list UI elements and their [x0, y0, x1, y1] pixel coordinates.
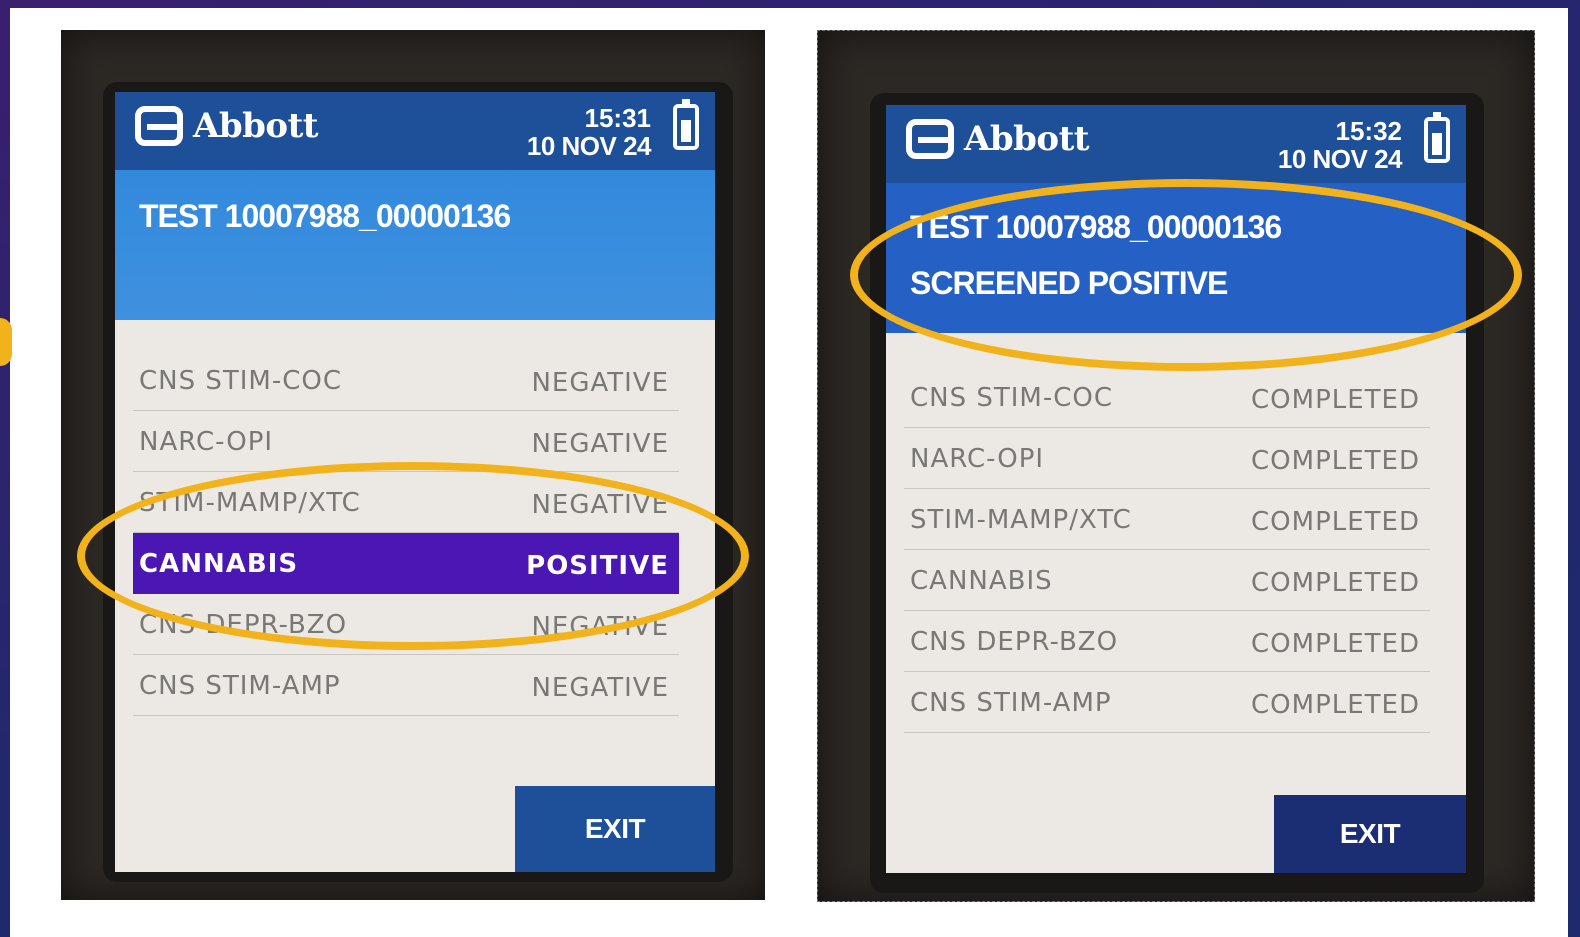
battery-icon [1424, 112, 1450, 163]
drug-class-label: CNS DEPR-BZO [910, 627, 1119, 657]
drug-class-label: STIM-MAMP/XTC [910, 505, 1132, 535]
result-row-cns-stim-coc[interactable]: CNS STIM-COC COMPLETED [904, 367, 1430, 428]
device-photo-results: Abbott 15:31 10 NOV 24 TEST 10007988_000… [61, 30, 765, 900]
result-row-cns-depr-bzo[interactable]: CNS DEPR-BZO NEGATIVE [133, 594, 679, 655]
result-status: COMPLETED [1251, 446, 1420, 476]
clock-date: 10 NOV 24 [526, 131, 652, 161]
test-id: TEST 10007988_00000136 [910, 209, 1282, 245]
clock-date: 10 NOV 24 [1277, 144, 1403, 174]
result-row-cannabis[interactable]: CANNABIS POSITIVE [133, 533, 679, 594]
exit-button[interactable]: EXIT [515, 786, 715, 872]
test-header: TEST 10007988_00000136 SCREENED POSITIVE [886, 183, 1466, 333]
drug-class-label: CNS STIM-AMP [139, 671, 341, 701]
result-status: NEGATIVE [531, 368, 669, 398]
drug-class-label: NARC-OPI [910, 444, 1045, 474]
result-status-positive: POSITIVE [526, 551, 669, 581]
drug-class-label: CNS STIM-COC [910, 383, 1114, 413]
drug-class-label: CNS STIM-AMP [910, 688, 1112, 718]
result-status: COMPLETED [1251, 629, 1420, 659]
test-id: TEST 10007988_00000136 [139, 198, 511, 234]
abbott-logo-icon [135, 106, 183, 146]
partial-highlight-mark [0, 318, 12, 366]
clock-time: 15:32 [1335, 116, 1403, 146]
result-status: NEGATIVE [531, 490, 669, 520]
abbott-logo: Abbott [135, 106, 319, 146]
result-row-stim-mamp-xtc[interactable]: STIM-MAMP/XTC COMPLETED [904, 489, 1430, 550]
result-status: COMPLETED [1251, 568, 1420, 598]
drug-class-label: CANNABIS [910, 566, 1053, 596]
device-screen-summary: Abbott 15:32 10 NOV 24 TEST 10007988_000… [886, 105, 1466, 873]
drug-class-label: CANNABIS [139, 549, 299, 579]
device-screen-results: Abbott 15:31 10 NOV 24 TEST 10007988_000… [115, 92, 715, 872]
result-row-cns-stim-amp[interactable]: CNS STIM-AMP NEGATIVE [133, 655, 679, 716]
drug-class-label: CNS STIM-COC [139, 366, 343, 396]
abbott-logo-icon [906, 119, 954, 159]
device-photo-summary: Abbott 15:32 10 NOV 24 TEST 10007988_000… [817, 30, 1535, 902]
result-row-stim-mamp-xtc[interactable]: STIM-MAMP/XTC NEGATIVE [133, 472, 679, 533]
result-status: NEGATIVE [531, 673, 669, 703]
result-row-cns-depr-bzo[interactable]: CNS DEPR-BZO COMPLETED [904, 611, 1430, 672]
battery-icon [673, 99, 699, 150]
result-status: NEGATIVE [531, 612, 669, 642]
status-bar: Abbott 15:32 10 NOV 24 [886, 105, 1466, 183]
test-header: TEST 10007988_00000136 [115, 170, 715, 320]
result-row-cns-stim-amp[interactable]: CNS STIM-AMP COMPLETED [904, 672, 1430, 733]
clock-time: 15:31 [584, 103, 652, 133]
result-status: COMPLETED [1251, 690, 1420, 720]
clock: 15:32 10 NOV 24 [1277, 116, 1403, 174]
drug-class-label: NARC-OPI [139, 427, 274, 457]
result-status: NEGATIVE [531, 429, 669, 459]
status-bar: Abbott 15:31 10 NOV 24 [115, 92, 715, 170]
drug-class-label: STIM-MAMP/XTC [139, 488, 361, 518]
abbott-logo: Abbott [906, 119, 1090, 159]
exit-button[interactable]: EXIT [1274, 795, 1466, 873]
screening-result: SCREENED POSITIVE [910, 265, 1228, 301]
result-row-cns-stim-coc[interactable]: CNS STIM-COC NEGATIVE [133, 350, 679, 411]
result-status: COMPLETED [1251, 385, 1420, 415]
results-list: CNS STIM-COC COMPLETED NARC-OPI COMPLETE… [904, 367, 1430, 733]
results-list: CNS STIM-COC NEGATIVE NARC-OPI NEGATIVE … [133, 350, 679, 716]
clock: 15:31 10 NOV 24 [526, 103, 652, 161]
slide-left-border [0, 8, 10, 937]
result-row-narc-opi[interactable]: NARC-OPI NEGATIVE [133, 411, 679, 472]
result-row-narc-opi[interactable]: NARC-OPI COMPLETED [904, 428, 1430, 489]
result-status: COMPLETED [1251, 507, 1420, 537]
brand-name: Abbott [964, 119, 1090, 159]
drug-class-label: CNS DEPR-BZO [139, 610, 348, 640]
brand-name: Abbott [193, 106, 319, 146]
result-row-cannabis[interactable]: CANNABIS COMPLETED [904, 550, 1430, 611]
